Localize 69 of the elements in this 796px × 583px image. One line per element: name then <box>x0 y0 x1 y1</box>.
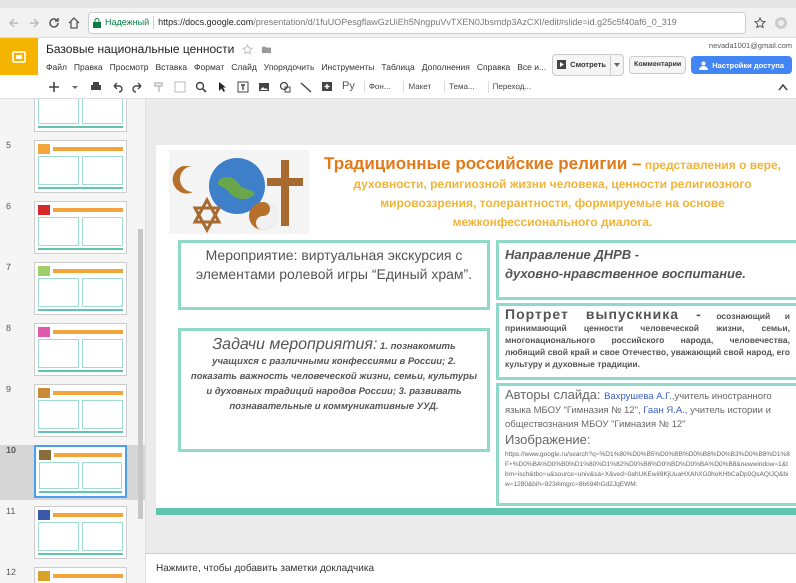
goals-text: Задачи мероприятия: 1. познакомить учащихся с различными конфессиями в России; 2. показать важность человеческой жизни, семьи, культуры и духовных традиций народов России; 3. развивать познавательные и коммуникативные УУД. <box>178 328 490 452</box>
toolbar-button[interactable]: Тема... <box>444 80 479 92</box>
slide-number: 5 <box>6 140 12 150</box>
slide-thumbnail[interactable] <box>34 384 127 437</box>
slide-title: Традиционные российские религии – представления о вере, духовности, религиозной жизни человека, ценности религиозного мировоззрения, толерантности, формируемые на основе межконфессионального диалога. <box>322 153 782 231</box>
menu-item[interactable]: Слайд <box>231 61 257 74</box>
authors-text: Авторы слайда: Вахрушева А.Г.,учитель иностранного языка МБОУ "Гимназия № 12", Гаан Я.А., учитель истории и обществознания МБОУ "Гимназия № 12" <box>505 388 773 432</box>
lock-icon <box>93 18 101 28</box>
zoom-icon[interactable] <box>195 80 207 92</box>
menu-item[interactable]: Дополнения <box>422 61 470 74</box>
toolbar-button[interactable]: Макет <box>403 80 436 92</box>
collapse-icon[interactable] <box>778 82 788 90</box>
home-icon[interactable] <box>68 16 80 28</box>
slides-icon <box>12 50 26 64</box>
slide-number: 7 <box>6 262 12 272</box>
plus-icon[interactable] <box>48 80 60 92</box>
play-icon <box>557 60 566 69</box>
menu-item[interactable]: Справка <box>476 61 510 74</box>
menu-item[interactable]: Таблица <box>381 61 415 74</box>
toolbar-button[interactable]: Переход... <box>488 80 536 92</box>
slide-number: 8 <box>6 323 12 333</box>
font-button[interactable]: Ру <box>342 78 355 95</box>
image-icon[interactable] <box>258 80 270 92</box>
undo-icon[interactable] <box>111 80 123 92</box>
menu-item[interactable]: Все и... <box>517 61 546 74</box>
print-icon[interactable] <box>90 80 102 92</box>
slide-number: 10 <box>6 445 18 455</box>
slide-number: 9 <box>6 384 12 394</box>
slide-number: 6 <box>6 201 12 211</box>
caret-icon <box>614 63 620 68</box>
slide-thumbnail[interactable] <box>34 262 127 315</box>
author-link[interactable]: Вахрушева А.Г. <box>604 391 672 402</box>
image-label: Изображение: <box>505 432 592 448</box>
slide-number: 11 <box>6 506 16 516</box>
person-icon <box>699 60 708 70</box>
url-text[interactable]: https://docs.google.com/presentation/d/1fuUOPesgflawGzUiEh5NngpuVvTXEN0Jbsmdp3AzCXI/edit#slide=id.g25c5f40af6_0_319 <box>158 16 677 30</box>
menu-item[interactable]: Формат <box>194 61 224 74</box>
line-icon[interactable] <box>300 80 312 92</box>
reload-icon[interactable] <box>48 16 60 28</box>
slide-canvas[interactable] <box>156 145 796 515</box>
portrait-text: Портрет выпускника - осознающий и принимающий ценности человеческой жизни, семьи, многонационального российского народа, человечества, любящий свой край и свое Отечество, уважающий свой народ, его культуру и духовные традиции. <box>496 303 796 380</box>
speaker-notes-field[interactable]: Нажмите, чтобы добавить заметки докладчика <box>156 561 374 576</box>
menu-item[interactable]: Просмотр <box>110 61 148 74</box>
slide-number: 12 <box>6 567 18 577</box>
slide-thumbnail[interactable] <box>34 323 127 376</box>
menu-item[interactable]: Файл <box>46 61 67 74</box>
event-text: Мероприятие: виртуальная экскурсия с элементами ролевой игры “Единый храм”. <box>178 240 490 310</box>
direction-text: Направление ДНРВ - духовно-нравственное воспитание. <box>496 240 796 300</box>
star-icon[interactable] <box>242 44 254 54</box>
cursor-icon[interactable] <box>216 80 228 92</box>
address-bar[interactable]: Надежный https://docs.google.com/presentation/d/1fuUOPesgflawGzUiEh5NngpuVvTXEN0Jbsmdp3AzCXI/edit#slide=id.g25c5f40af6_0_319 <box>88 12 746 34</box>
author-link[interactable]: Гаан Я.А., <box>643 405 688 416</box>
slide-thumbnail[interactable] <box>34 445 127 498</box>
menu-item[interactable]: Вставка <box>155 61 188 74</box>
menu-item[interactable]: Упорядочить <box>264 61 314 74</box>
secure-label: Надежный <box>105 16 154 30</box>
document-title[interactable]: Базовые национальные ценности <box>46 40 234 58</box>
menu-item[interactable]: Инструменты <box>321 61 374 74</box>
slide-thumbnail[interactable] <box>34 506 127 559</box>
comment-add-icon[interactable] <box>321 80 333 92</box>
shape-icon[interactable] <box>279 80 291 92</box>
menu-item[interactable]: Правка <box>74 61 103 74</box>
slide-thumbnail[interactable] <box>34 140 127 193</box>
redo-icon[interactable] <box>132 80 144 92</box>
slide-thumbnail[interactable] <box>34 201 127 254</box>
scrollbar[interactable] <box>138 229 143 519</box>
toolbar-button[interactable]: Фон... <box>364 80 394 92</box>
text-box-icon[interactable] <box>237 80 249 92</box>
bookmark-star-icon[interactable] <box>754 16 766 28</box>
